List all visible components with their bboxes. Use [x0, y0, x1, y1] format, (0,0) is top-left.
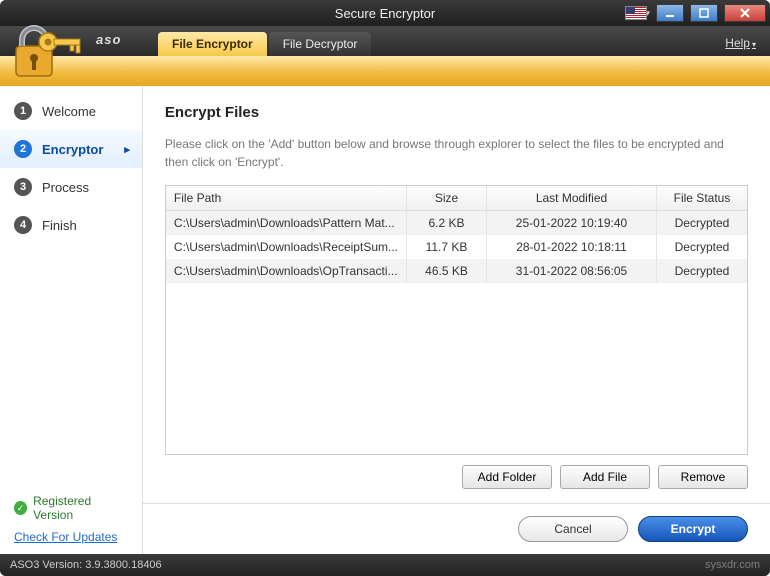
remove-button[interactable]: Remove [658, 465, 748, 489]
padlock-key-icon [8, 24, 84, 84]
action-bar: Cancel Encrypt [143, 503, 770, 554]
cell-size: 46.5 KB [407, 259, 487, 283]
body: 1 Welcome 2 Encryptor 3 Process 4 Finish [0, 86, 770, 554]
tab-label: File Encryptor [172, 37, 253, 51]
cell-path: C:\Users\admin\Downloads\OpTransacti... [166, 259, 407, 283]
main-panel: Encrypt Files Please click on the 'Add' … [143, 86, 770, 554]
table-header: File Path Size Last Modified File Status [166, 186, 747, 211]
add-folder-button[interactable]: Add Folder [462, 465, 552, 489]
sidebar-footer: ✓ Registered Version Check For Updates [0, 482, 142, 554]
header-gold-bar [0, 56, 770, 86]
sidebar: 1 Welcome 2 Encryptor 3 Process 4 Finish [0, 86, 143, 554]
encrypt-button[interactable]: Encrypt [638, 516, 748, 542]
cell-modified: 31-01-2022 08:56:05 [487, 259, 657, 283]
add-file-button[interactable]: Add File [560, 465, 650, 489]
us-flag-icon [625, 6, 647, 20]
col-header-status[interactable]: File Status [657, 186, 747, 210]
step-label: Welcome [42, 104, 96, 119]
tab-strip: aso File Encryptor File Decryptor Help▾ [0, 26, 770, 56]
instruction-text: Please click on the 'Add' button below a… [165, 135, 748, 171]
check-updates-link[interactable]: Check For Updates [14, 530, 128, 544]
cell-status: Decrypted [657, 211, 747, 235]
step-encryptor[interactable]: 2 Encryptor [0, 130, 142, 168]
step-label: Process [42, 180, 89, 195]
step-number: 2 [14, 140, 32, 158]
cell-path: C:\Users\admin\Downloads\Pattern Mat... [166, 211, 407, 235]
check-circle-icon: ✓ [14, 501, 27, 515]
table-row[interactable]: C:\Users\admin\Downloads\OpTransacti... … [166, 259, 747, 283]
cell-size: 6.2 KB [407, 211, 487, 235]
tab-file-encryptor[interactable]: File Encryptor [158, 32, 267, 56]
registered-label: Registered Version [33, 494, 128, 522]
col-header-modified[interactable]: Last Modified [487, 186, 657, 210]
step-number: 4 [14, 216, 32, 234]
step-process[interactable]: 3 Process [0, 168, 142, 206]
tab-file-decryptor[interactable]: File Decryptor [269, 32, 372, 56]
watermark: sysxdr.com [705, 559, 760, 571]
wizard-steps: 1 Welcome 2 Encryptor 3 Process 4 Finish [0, 86, 142, 244]
minimize-button[interactable] [656, 4, 684, 22]
registered-status: ✓ Registered Version [14, 494, 128, 522]
cell-status: Decrypted [657, 259, 747, 283]
tab-label: File Decryptor [283, 37, 358, 51]
cell-size: 11.7 KB [407, 235, 487, 259]
chevron-down-icon: ▾ [752, 40, 756, 49]
brand-label: aso [96, 32, 121, 47]
close-icon [740, 8, 750, 18]
status-bar: ASO3 Version: 3.9.3800.18406 sysxdr.com [0, 554, 770, 576]
table-body: C:\Users\admin\Downloads\Pattern Mat... … [166, 211, 747, 283]
page-title: Encrypt Files [165, 104, 748, 121]
table-button-row: Add Folder Add File Remove [165, 465, 748, 489]
maximize-icon [699, 8, 709, 18]
window-title: Secure Encryptor [335, 6, 435, 21]
titlebar: Secure Encryptor ▾ [0, 0, 770, 26]
step-welcome[interactable]: 1 Welcome [0, 92, 142, 130]
locale-flag[interactable]: ▾ [625, 6, 650, 20]
step-finish[interactable]: 4 Finish [0, 206, 142, 244]
step-number: 1 [14, 102, 32, 120]
cell-path: C:\Users\admin\Downloads\ReceiptSum... [166, 235, 407, 259]
cell-status: Decrypted [657, 235, 747, 259]
cancel-button[interactable]: Cancel [518, 516, 628, 542]
table-row[interactable]: C:\Users\admin\Downloads\ReceiptSum... 1… [166, 235, 747, 259]
version-label: ASO3 Version: 3.9.3800.18406 [10, 559, 162, 571]
close-button[interactable] [724, 4, 766, 22]
step-label: Finish [42, 218, 77, 233]
help-menu[interactable]: Help▾ [725, 36, 756, 56]
minimize-icon [665, 8, 675, 18]
col-header-path[interactable]: File Path [166, 186, 407, 210]
cell-modified: 28-01-2022 10:18:11 [487, 235, 657, 259]
cell-modified: 25-01-2022 10:19:40 [487, 211, 657, 235]
table-row[interactable]: C:\Users\admin\Downloads\Pattern Mat... … [166, 211, 747, 235]
app-window: Secure Encryptor ▾ aso File Encryptor Fi… [0, 0, 770, 576]
step-label: Encryptor [42, 142, 103, 157]
file-table: File Path Size Last Modified File Status… [165, 185, 748, 455]
help-label: Help [725, 36, 750, 50]
col-header-size[interactable]: Size [407, 186, 487, 210]
step-number: 3 [14, 178, 32, 196]
maximize-button[interactable] [690, 4, 718, 22]
